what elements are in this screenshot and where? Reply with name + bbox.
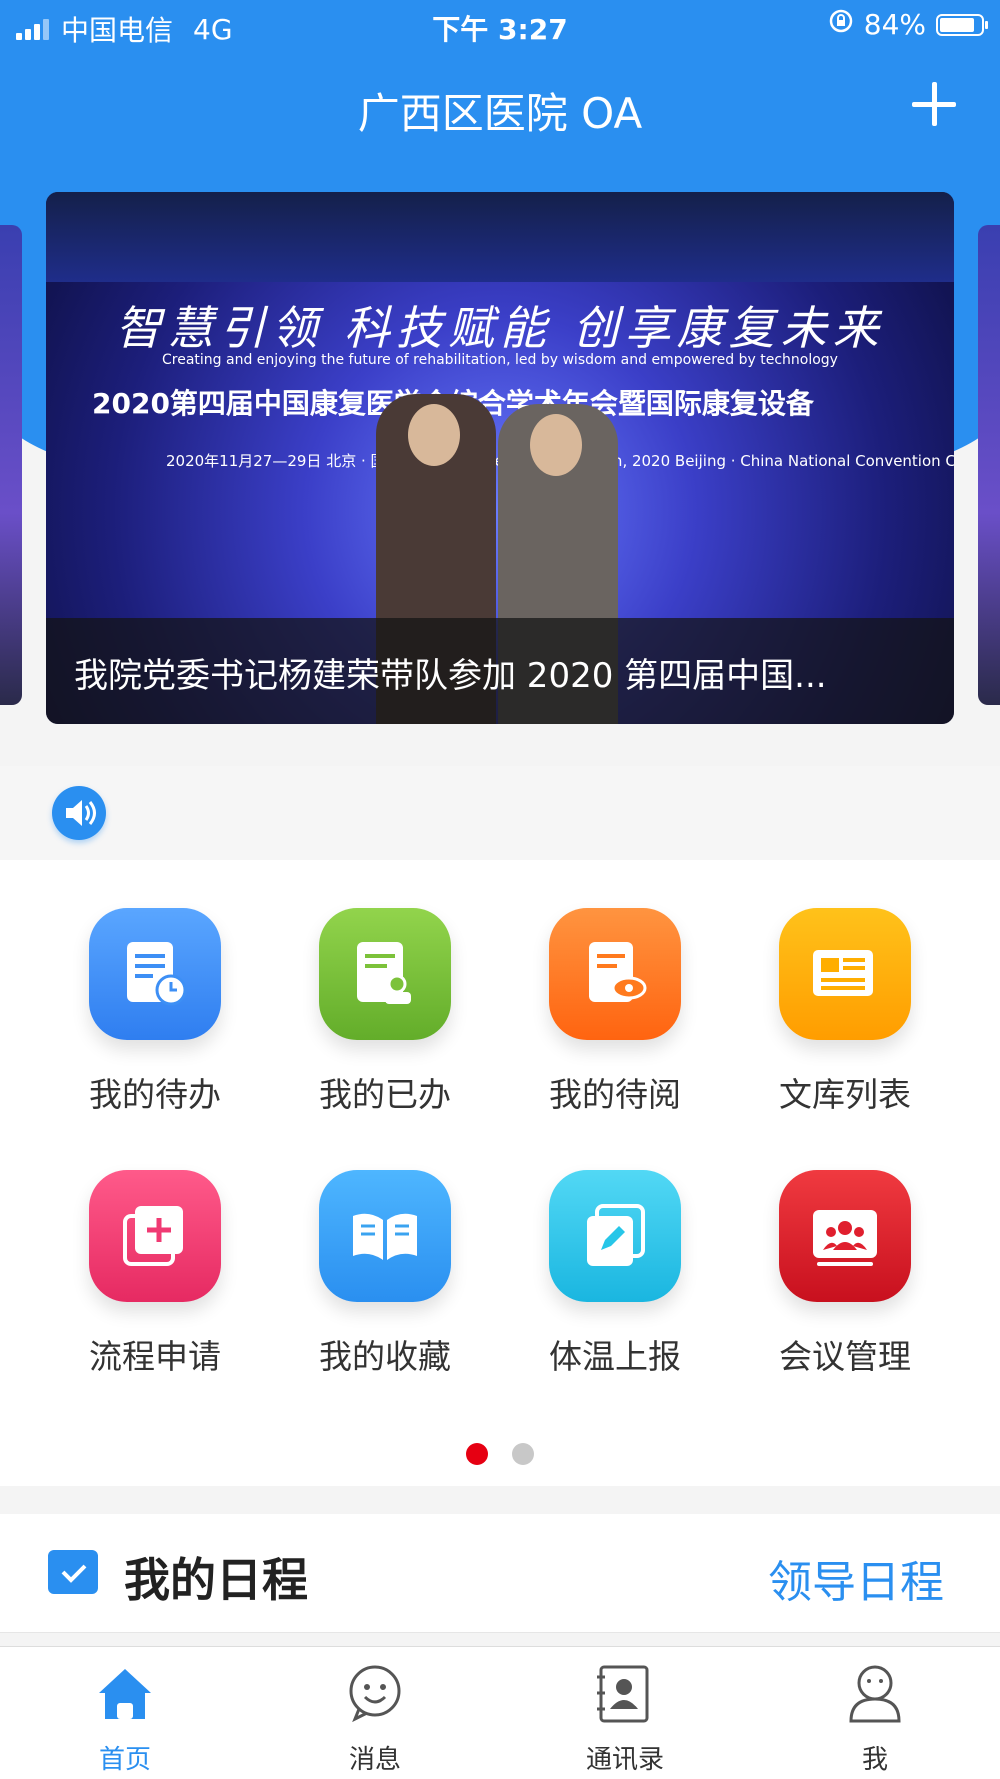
message-icon	[345, 1663, 405, 1723]
tab-label: 首页	[98, 1745, 151, 1775]
banner-caption: 我院党委书记杨建荣带队参加 2020 第四届中国...	[74, 656, 827, 696]
person-right-head	[530, 414, 582, 476]
page-dot[interactable]	[466, 1443, 488, 1465]
done-doc-icon	[319, 908, 451, 1040]
read-eye-icon	[549, 908, 681, 1040]
battery-percent: 84%	[863, 8, 926, 41]
tab-home[interactable]: 首页	[0, 1647, 250, 1779]
calendar-icon	[48, 1546, 98, 1594]
banner-headline: 智慧引领 科技赋能 创享康复未来	[115, 301, 885, 355]
home-icon	[95, 1663, 155, 1723]
bottom-tab-bar: 首页 消息 通讯录 我	[0, 1646, 1000, 1779]
todo-clock-icon	[89, 908, 221, 1040]
tab-messages[interactable]: 消息	[250, 1647, 500, 1779]
schedule-title: 我的日程	[124, 1553, 308, 1607]
carousel-next-card[interactable]	[978, 225, 1000, 705]
grid-item-label: 我的待办	[89, 1075, 221, 1114]
leader-schedule-link[interactable]: 领导日程	[768, 1546, 944, 1610]
tab-label: 我	[861, 1745, 888, 1775]
tab-profile[interactable]: 我	[750, 1647, 1000, 1779]
grid-item-favorites[interactable]: 我的收藏	[270, 1122, 500, 1376]
grid-item-toread[interactable]: 我的待阅	[500, 860, 730, 1114]
grid-item-meeting[interactable]: 会议管理	[730, 1122, 960, 1376]
process-add-icon	[89, 1170, 221, 1302]
grid-item-label: 我的待阅	[549, 1075, 681, 1114]
favorite-book-icon	[319, 1170, 451, 1302]
tab-label: 消息	[348, 1745, 401, 1775]
person-left-head	[408, 404, 460, 466]
grid-item-todo[interactable]: 我的待办	[40, 860, 270, 1114]
grid-item-label: 我的已办	[319, 1075, 451, 1114]
news-banner[interactable]: 智慧引领 科技赋能 创享康复未来 Creating and enjoying t…	[46, 192, 954, 724]
grid-item-label: 体温上报	[549, 1337, 681, 1376]
profile-icon	[845, 1663, 905, 1723]
contacts-icon	[595, 1663, 655, 1723]
grid-item-label: 会议管理	[779, 1337, 911, 1376]
rotation-lock-icon	[828, 8, 854, 41]
stage-lights	[46, 192, 954, 282]
battery-icon	[936, 13, 988, 36]
speaker-icon	[52, 786, 106, 840]
notice-bar[interactable]	[0, 766, 1000, 860]
page-dot[interactable]	[512, 1443, 534, 1465]
grid-item-label: 流程申请	[89, 1337, 221, 1376]
banner-subline: Creating and enjoying the future of reha…	[162, 352, 838, 368]
app-title: 广西区医院 OA	[357, 89, 643, 138]
add-button[interactable]	[908, 78, 960, 130]
meeting-group-icon	[779, 1170, 911, 1302]
temperature-report-icon	[549, 1170, 681, 1302]
grid-item-library[interactable]: 文库列表	[730, 860, 960, 1114]
tab-label: 通讯录	[585, 1745, 664, 1775]
grid-item-label: 文库列表	[779, 1075, 911, 1114]
grid-item-process[interactable]: 流程申请	[40, 1122, 270, 1376]
tab-contacts[interactable]: 通讯录	[500, 1647, 750, 1779]
grid-item-done[interactable]: 我的已办	[270, 860, 500, 1114]
schedule-section: 我的日程 领导日程	[0, 1514, 1000, 1633]
status-right: 84%	[828, 8, 988, 41]
status-bar: 中国电信 4G 下午 3:27 84%	[0, 0, 1000, 50]
caption-bar: 我院党委书记杨建荣带队参加 2020 第四届中国...	[46, 618, 954, 724]
carousel-prev-card[interactable]	[0, 225, 22, 705]
grid-item-label: 我的收藏	[319, 1337, 451, 1376]
library-news-icon	[779, 908, 911, 1040]
grid-page-indicator	[0, 1443, 1000, 1469]
function-grid: 我的待办 我的已办 我的待阅 文库列表 流程申请 我的收藏 体温上报 会议管理	[0, 860, 1000, 1486]
grid-item-temperature[interactable]: 体温上报	[500, 1122, 730, 1376]
